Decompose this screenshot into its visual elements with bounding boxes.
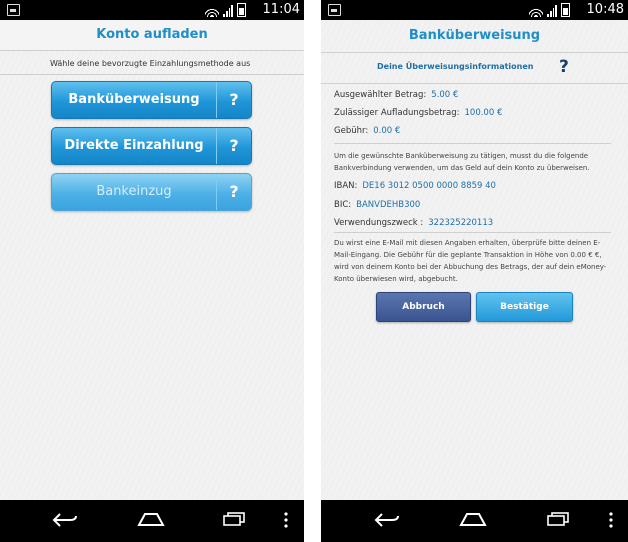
info-header: Deine Überweisungsinformationen ?	[321, 53, 628, 84]
page-title: Konto aufladen	[0, 20, 304, 51]
bic-value: BANVDEHB300	[356, 200, 421, 210]
info-header-title: Deine Überweisungsinformationen	[377, 62, 534, 71]
selected-amount-label: Ausgewählter Betrag:	[334, 90, 427, 100]
back-icon[interactable]	[52, 512, 78, 528]
fee-value: 0.00 €	[373, 126, 401, 136]
navigation-bar	[0, 500, 304, 542]
status-bar: 10:48	[321, 0, 628, 20]
cancel-button[interactable]: Abbruch	[376, 292, 471, 322]
bic-label: BIC:	[334, 200, 352, 210]
recent-apps-icon[interactable]	[223, 512, 245, 526]
phone-screen-right: 10:48 Banküberweisung Deine Überweisungs…	[321, 0, 628, 542]
purpose-value: 322325220113	[428, 218, 494, 228]
status-time: 10:48	[586, 2, 624, 17]
divider	[334, 232, 611, 233]
page-subtitle: Wähle deine bevorzugte Einzahlungsmethod…	[0, 51, 304, 75]
method-label: Banküberweisung	[52, 82, 217, 118]
recent-apps-icon[interactable]	[547, 512, 569, 526]
max-amount-label: Zulässiger Aufladungsbetrag:	[334, 108, 460, 118]
instruction-text: Um die gewünschte Banküberweisung zu tät…	[334, 152, 590, 172]
method-label: Bankeinzug	[52, 174, 217, 210]
wifi-icon	[205, 5, 219, 17]
signal-icon	[547, 5, 557, 17]
method-bankueberweisung-button[interactable]: Banküberweisung ?	[51, 81, 252, 119]
back-icon[interactable]	[374, 512, 400, 528]
iban-row: IBAN: DE16 3012 0500 0000 8859 40	[334, 181, 496, 191]
confirm-button[interactable]: Bestätige	[476, 292, 573, 322]
purpose-row: Verwendungszweck : 322325220113	[334, 218, 493, 228]
home-icon[interactable]	[459, 512, 487, 526]
status-time: 11:04	[262, 2, 300, 17]
help-icon[interactable]: ?	[217, 128, 251, 164]
phone-screen-left: 11:04 Konto aufladen Wähle deine bevorzu…	[0, 0, 304, 542]
notification-icon	[328, 4, 341, 16]
fee-row: Gebühr: 0.00 €	[334, 126, 400, 136]
help-icon[interactable]: ?	[217, 174, 251, 210]
status-bar: 11:04	[0, 0, 304, 20]
max-amount-row: Zulässiger Aufladungsbetrag: 100.00 €	[334, 108, 502, 118]
menu-icon[interactable]	[609, 512, 613, 528]
iban-label: IBAN:	[334, 181, 358, 191]
iban-value: DE16 3012 0500 0000 8859 40	[362, 181, 496, 191]
method-direkte-einzahlung-button[interactable]: Direkte Einzahlung ?	[51, 127, 252, 165]
home-icon[interactable]	[137, 512, 165, 526]
max-amount-value: 100.00 €	[464, 108, 503, 118]
method-label: Direkte Einzahlung	[52, 128, 217, 164]
page-title: Banküberweisung	[321, 20, 628, 53]
navigation-bar	[321, 500, 628, 542]
app-screen: Konto aufladen Wähle deine bevorzugte Ei…	[0, 20, 304, 500]
divider	[334, 143, 611, 144]
selected-amount-row: Ausgewählter Betrag: 5.00 €	[334, 90, 458, 100]
fee-label: Gebühr:	[334, 126, 369, 136]
menu-icon[interactable]	[284, 512, 288, 528]
battery-icon	[561, 3, 570, 17]
purpose-label: Verwendungszweck :	[334, 218, 424, 228]
selected-amount-value: 5.00 €	[431, 90, 459, 100]
app-screen: Banküberweisung Deine Überweisungsinform…	[321, 20, 628, 500]
email-note-text: Du wirst eine E-Mail mit diesen Angaben …	[334, 239, 607, 283]
signal-icon	[223, 5, 233, 17]
help-icon[interactable]: ?	[559, 57, 569, 77]
help-icon[interactable]: ?	[217, 82, 251, 118]
method-bankeinzug-button[interactable]: Bankeinzug ?	[51, 173, 252, 211]
bic-row: BIC: BANVDEHB300	[334, 200, 420, 210]
notification-icon	[7, 4, 20, 16]
wifi-icon	[529, 5, 543, 17]
battery-icon	[237, 3, 246, 17]
